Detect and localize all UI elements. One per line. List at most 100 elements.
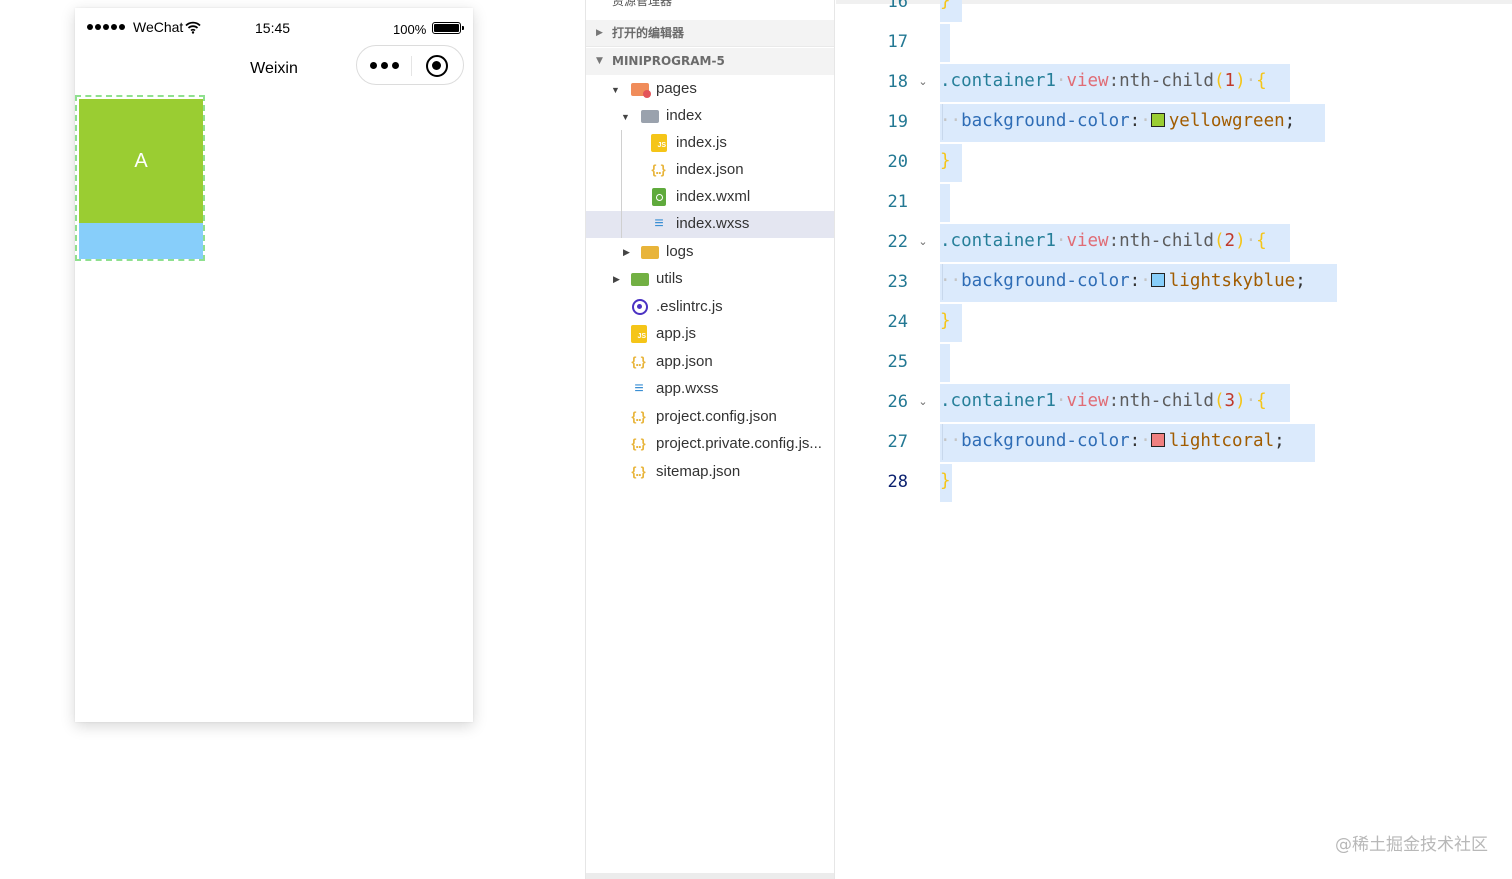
css-value: yellowgreen [1168, 111, 1285, 131]
tree-item-project-config[interactable]: {..} project.config.json [586, 404, 834, 431]
code-line-17: 17 [836, 22, 1512, 62]
json-file-icon: {..} [631, 409, 645, 424]
tree-item-project-private-config[interactable]: {..} project.private.config.js... [586, 431, 834, 458]
capsule-menu [356, 45, 464, 85]
close-target-icon[interactable] [426, 55, 448, 77]
tree-item-index-wxss[interactable]: ≡ index.wxss [586, 211, 834, 238]
nth-index: 2 [1224, 231, 1236, 251]
code-text: ··background-color:· lightskyblue; [940, 271, 1306, 291]
tree-item-label: app.wxss [656, 380, 719, 397]
color-swatch-icon[interactable] [1150, 273, 1165, 287]
tree-item-label: app.json [656, 353, 713, 370]
code-line-26: 26 ⌄ .container1·view:nth-child(3)·{ [836, 382, 1512, 422]
indent-guide [942, 424, 943, 460]
js-file-icon: JS [631, 325, 647, 343]
capsule-divider [411, 56, 412, 76]
json-file-icon: {..} [631, 354, 645, 369]
css-property: background-color [961, 431, 1130, 451]
tree-item-app-wxss[interactable]: ≡ app.wxss [586, 376, 834, 403]
explorer-scrollbar[interactable] [586, 873, 834, 879]
wxml-file-icon [652, 188, 666, 206]
tree-item-label: index.wxss [676, 215, 750, 232]
code-line-21: 21 [836, 182, 1512, 222]
code-line-25: 25 [836, 342, 1512, 382]
code-text: .container1·view:nth-child(3)·{ [940, 391, 1267, 411]
code-line-20: 20 } [836, 142, 1512, 182]
tree-indent-guide [621, 130, 622, 238]
tree-item-label: index.json [676, 161, 744, 178]
color-swatch-icon[interactable] [1150, 113, 1165, 127]
battery-icon [432, 22, 464, 34]
tree-item-sitemap[interactable]: {..} sitemap.json [586, 459, 834, 486]
code-line-24: 24 } [836, 302, 1512, 342]
tree-item-label: sitemap.json [656, 463, 741, 480]
tree-item-utils[interactable]: ▶ utils [586, 266, 834, 293]
line-number: 18 [887, 72, 908, 92]
line-number: 21 [887, 192, 908, 212]
json-file-icon: {..} [651, 162, 665, 177]
css-tag: view [1066, 231, 1109, 251]
watermark: @稀土掘金技术社区 [1335, 835, 1488, 855]
view-box-b [79, 223, 203, 259]
tree-item-index-wxml[interactable]: index.wxml [586, 184, 834, 211]
fold-chevron-icon[interactable]: ⌄ [916, 235, 930, 249]
folder-icon [641, 246, 659, 259]
line-number: 26 [887, 392, 908, 412]
status-time: 15:45 [255, 20, 291, 36]
more-dots-icon[interactable] [370, 62, 399, 69]
status-bar: WeChat 15:45 100% [75, 8, 473, 48]
css-selector: .container1 [940, 391, 1056, 411]
tree-item-index-folder[interactable]: ▼ index [586, 103, 834, 130]
open-editors-section[interactable]: ▶ 打开的编辑器 [586, 20, 834, 47]
tree-item-app-json[interactable]: {..} app.json [586, 349, 834, 376]
tree-item-pages[interactable]: ▼ pages [586, 76, 834, 103]
tree-item-eslintrc[interactable]: .eslintrc.js [586, 294, 834, 321]
view-box-a: A [79, 99, 203, 223]
code-line-19: 19 ··background-color:· yellowgreen; [836, 102, 1512, 142]
line-number: 23 [887, 272, 908, 292]
line-number: 28 [887, 472, 908, 492]
line-number: 27 [887, 432, 908, 452]
signal-strength-icon [87, 24, 125, 30]
tree-item-logs[interactable]: ▶ logs [586, 239, 834, 266]
carrier-name: WeChat [133, 19, 184, 35]
code-editor[interactable]: 16 } 17 18 ⌄ .container1·view:nth-child(… [836, 0, 1512, 879]
code-text: } [940, 311, 951, 331]
container1-view: A [75, 95, 205, 261]
tree-item-label: .eslintrc.js [656, 298, 723, 315]
chevron-right-icon: ▶ [596, 28, 603, 38]
selection-highlight [940, 24, 950, 62]
tree-item-label: index.wxml [676, 188, 751, 205]
tree-item-label: utils [656, 270, 683, 287]
code-line-23: 23 ··background-color:· lightskyblue; [836, 262, 1512, 302]
tree-item-label: logs [666, 243, 694, 260]
project-section[interactable]: ▼ MINIPROGRAM-5 [586, 48, 834, 75]
code-line-28: 28 } [836, 462, 1512, 502]
wxss-file-icon: ≡ [654, 215, 664, 232]
chevron-right-icon: ▶ [613, 274, 620, 284]
tree-item-label: project.private.config.js... [656, 435, 822, 452]
code-line-16: 16 } [836, 0, 1512, 22]
fold-chevron-icon[interactable]: ⌄ [916, 75, 930, 89]
folder-icon [631, 273, 649, 286]
code-text: ··background-color:· yellowgreen; [940, 111, 1296, 131]
project-label: MINIPROGRAM-5 [612, 54, 725, 68]
chevron-down-icon: ▼ [596, 56, 603, 66]
line-number: 20 [887, 152, 908, 172]
selection-highlight [940, 344, 950, 382]
tree-item-app-js[interactable]: JS app.js [586, 321, 834, 348]
folder-open-icon [641, 110, 659, 123]
indent-guide [942, 264, 943, 300]
folder-icon [631, 83, 651, 98]
tree-item-index-js[interactable]: JS index.js [586, 130, 834, 157]
css-tag: view [1066, 391, 1109, 411]
fold-chevron-icon[interactable]: ⌄ [916, 395, 930, 409]
css-pseudo: :nth-child [1108, 391, 1214, 411]
code-text: .container1·view:nth-child(1)·{ [940, 71, 1267, 91]
color-swatch-icon[interactable] [1150, 433, 1165, 447]
tree-item-index-json[interactable]: {..} index.json [586, 157, 834, 184]
wifi-icon [185, 21, 201, 34]
code-text: ··background-color:· lightcoral; [940, 431, 1285, 451]
code-line-27: 27 ··background-color:· lightcoral; [836, 422, 1512, 462]
tree-item-label: index.js [676, 134, 727, 151]
